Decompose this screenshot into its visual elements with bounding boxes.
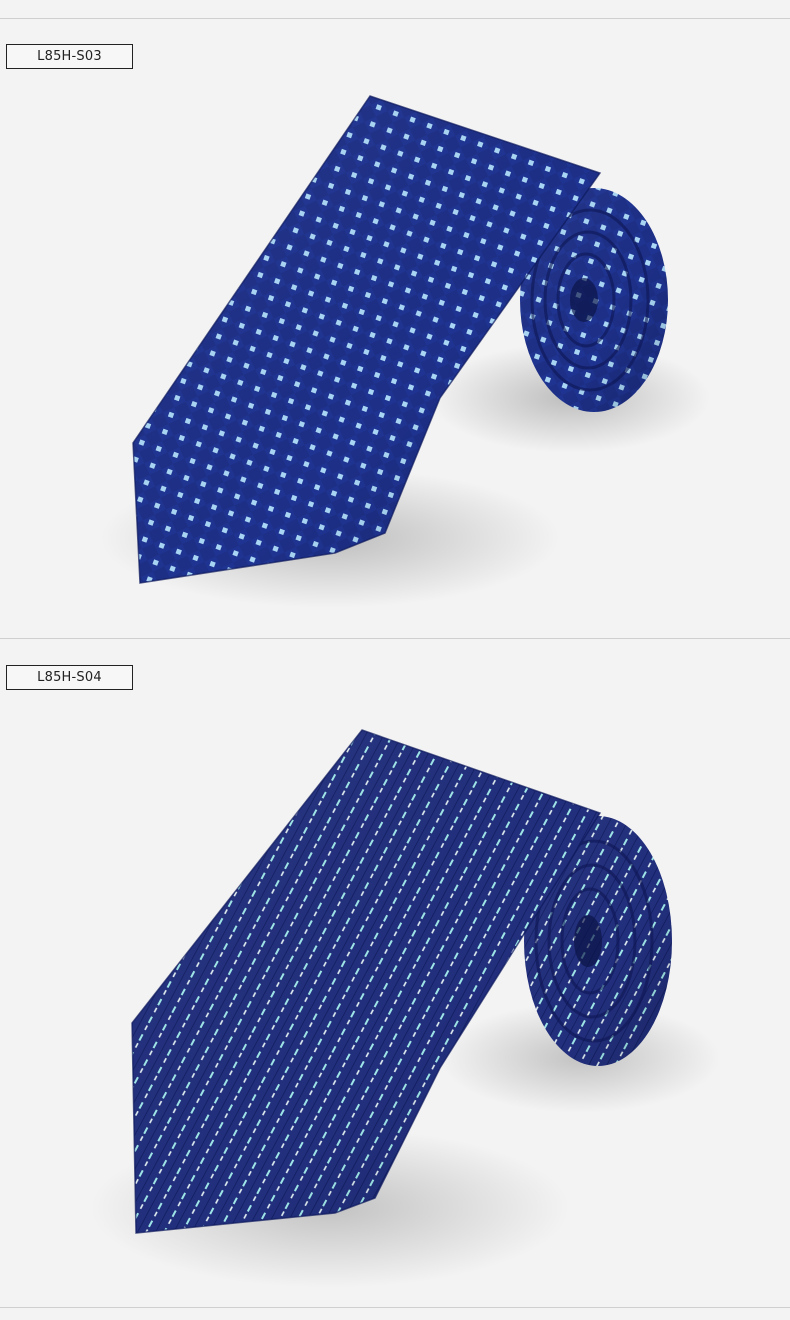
product-section-2: L85H-S04 bbox=[0, 638, 790, 1308]
tie-image-2 bbox=[0, 638, 790, 1308]
product-section-1: L85H-S03 bbox=[0, 18, 790, 638]
bottom-divider bbox=[0, 1307, 790, 1308]
tie-image-1 bbox=[0, 18, 790, 638]
tie-svg-1 bbox=[100, 95, 710, 608]
tie-svg-2 bbox=[90, 729, 720, 1288]
